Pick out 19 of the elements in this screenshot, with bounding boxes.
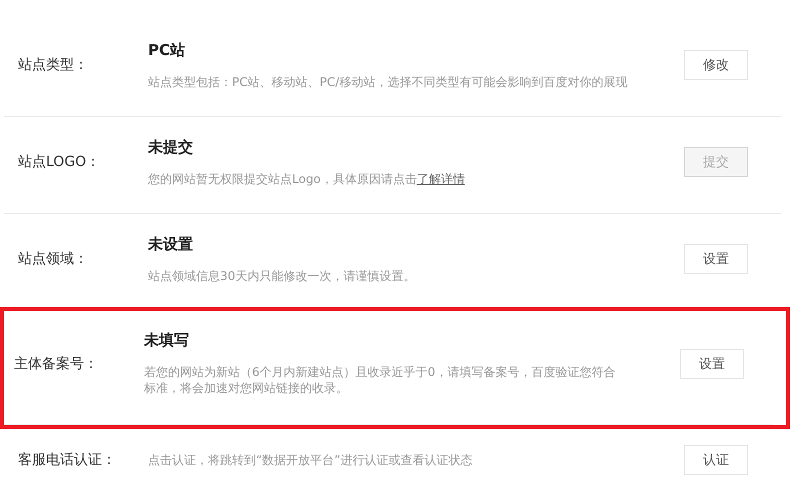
- setting-value: 未填写: [144, 331, 190, 350]
- setting-label: 客服电话认证：: [18, 451, 117, 469]
- action-button[interactable]: 设置: [684, 244, 748, 274]
- setting-value: PC站: [148, 40, 186, 60]
- action-button[interactable]: 修改: [684, 50, 748, 80]
- action-button[interactable]: 设置: [680, 348, 744, 378]
- setting-label: 站点LOGO：: [18, 153, 102, 171]
- setting-description: 您的网站暂无权限提交站点Logo，具体原因请点击了解详情: [148, 170, 466, 186]
- setting-description: 若您的网站为新站（6个月内新建站点）且收录近乎于0，请填写备案号，百度验证您符合标准，将会加速对您网站链接的收录。: [144, 364, 616, 396]
- setting-label: 站点领域：: [18, 250, 89, 268]
- action-button[interactable]: 认证: [684, 445, 748, 475]
- setting-value: 未提交: [148, 138, 194, 156]
- setting-description: 站点类型包括：PC站、移动站、PC/移动站，选择不同类型有可能会影响到百度对你的展现: [148, 74, 628, 90]
- setting-description: 站点领域信息30天内只能修改一次，请谨慎设置。: [148, 268, 416, 284]
- setting-value: 未设置: [148, 234, 194, 254]
- setting-label: 主体备案号：: [14, 354, 99, 372]
- details-link[interactable]: 了解详情: [416, 172, 465, 186]
- setting-description: 点击认证，将跳转到“数据开放平台”进行认证或查看认证状态: [148, 452, 474, 468]
- setting-label: 站点类型：: [18, 56, 89, 74]
